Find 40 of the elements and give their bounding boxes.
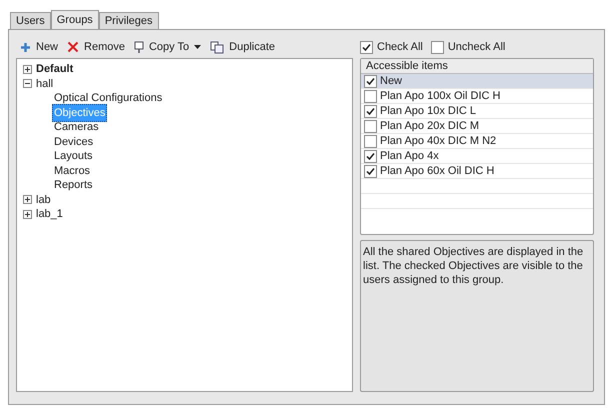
list-row[interactable]: Plan Apo 40x DIC M N2 [361, 134, 593, 149]
list-row[interactable]: Plan Apo 20x DIC M [361, 119, 593, 134]
checkbox[interactable] [364, 150, 377, 162]
toolbar-button[interactable]: Duplicate [210, 38, 275, 56]
checkbox[interactable] [364, 164, 377, 178]
list-row[interactable]: New [361, 74, 593, 89]
checkbox[interactable] [360, 40, 373, 54]
close-icon [67, 41, 80, 53]
clipboard-icon [134, 40, 144, 54]
list-row[interactable]: Plan Apo 10x DIC L [361, 104, 593, 119]
toolbar-button[interactable]: Copy To [134, 38, 202, 56]
checkbox[interactable] [430, 40, 444, 54]
list-row[interactable]: Plan Apo 4x [361, 149, 593, 164]
tree-item[interactable]: lab [36, 192, 51, 208]
collapse-icon[interactable] [23, 79, 32, 88]
checkbox[interactable] [364, 120, 377, 132]
list-row[interactable]: Plan Apo 100x Oil DIC H [361, 89, 593, 104]
toolbar-button[interactable]: Remove [67, 38, 125, 56]
tree-item[interactable]: lab_1 [36, 206, 63, 222]
column-header: Accessible items [361, 59, 593, 74]
expand-icon[interactable] [23, 64, 32, 74]
checkbox[interactable] [364, 90, 377, 102]
checkbox-label: Uncheck All [448, 40, 506, 55]
expand-icon[interactable] [23, 210, 32, 219]
tab[interactable]: Users [10, 12, 51, 29]
tab[interactable]: Groups [50, 10, 99, 29]
checkbox[interactable] [364, 134, 377, 148]
tree-item[interactable]: Default [36, 61, 74, 78]
plus-icon [20, 42, 31, 52]
tree-item[interactable]: hall [36, 76, 54, 92]
caret-icon [194, 45, 202, 49]
expand-icon[interactable] [23, 195, 32, 204]
toolbar-button[interactable]: New [20, 38, 58, 56]
checkbox-label: Check All [377, 40, 423, 55]
checkbox[interactable] [364, 74, 377, 88]
description-text: All the shared Objectives are displayed in the list. The checked Objectives are visible to the users assigned to this group. [363, 245, 584, 287]
duplicate-icon [210, 40, 224, 54]
list-row[interactable]: Plan Apo 60x Oil DIC H [361, 164, 593, 179]
tab[interactable]: Privileges [98, 12, 158, 29]
checkbox[interactable] [364, 104, 377, 118]
